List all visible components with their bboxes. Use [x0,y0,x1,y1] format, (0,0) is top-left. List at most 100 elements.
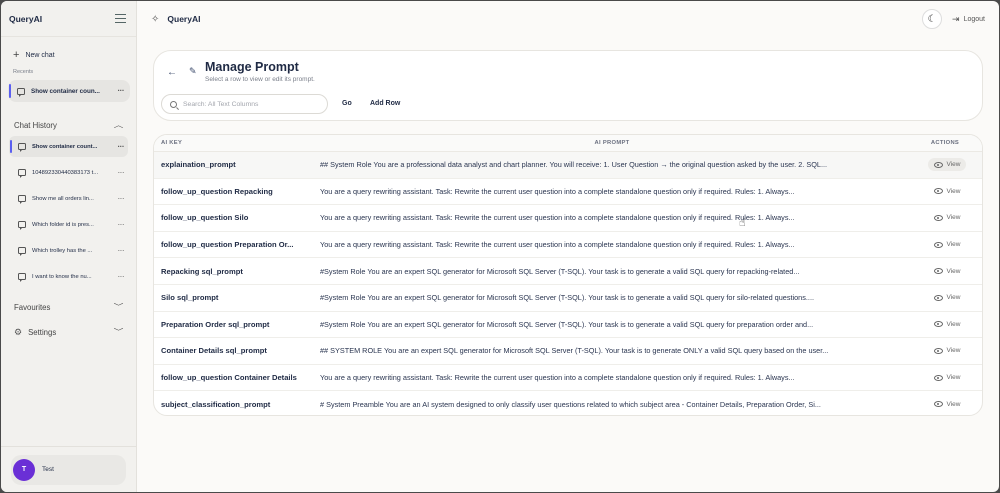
actions-cell: View [912,318,982,331]
table-row[interactable]: Silo sql_prompt #System Role You are an e… [154,285,982,312]
table-row[interactable]: follow_up_question Container Details You … [154,365,982,392]
mouse-cursor-icon: ☝ [739,217,746,229]
eye-icon [933,268,943,275]
logout-button[interactable]: ⇥ Logout [952,14,985,25]
view-button[interactable]: View [928,344,967,357]
table-row[interactable]: Preparation Order sql_prompt #System Role… [154,312,982,339]
chat-history-label: Chat History [14,120,57,130]
prompts-table: AI KEY AI PROMPT ACTIONS explaination_pr… [153,134,983,416]
sidebar: QueryAI + New chat Recents Show containe… [1,1,137,492]
ai-prompt-cell: ## SYSTEM ROLE You are an expert SQL gen… [320,346,829,356]
ai-key-cell: Container Details sql_prompt [161,346,267,356]
logout-icon: ⇥ [952,13,960,24]
view-button[interactable]: View [927,158,967,172]
actions-cell: View [912,158,982,172]
favourites-label: Favourites [14,302,51,312]
more-options-icon[interactable]: ··· [118,87,125,95]
actions-cell: View [912,398,982,411]
table-body: explaination_prompt ## System Role You ar… [154,152,982,415]
ai-prompt-cell: #System Role You are an expert SQL gener… [320,319,814,329]
app-window: QueryAI + New chat Recents Show containe… [1,1,999,492]
chat-history-toggle[interactable]: Chat History ︿ [1,118,136,132]
more-options-icon[interactable]: ··· [118,142,125,150]
recent-chat-item[interactable]: Show container coun... ··· [8,80,130,102]
more-options-icon[interactable]: ··· [118,272,125,280]
ai-key-cell: Silo sql_prompt [161,293,219,303]
view-label: View [946,400,961,408]
ai-key-cell: follow_up_question Container Details [161,373,297,383]
top-bar: ✧ QueryAI ☾ ⇥ Logout [137,1,999,37]
eye-icon [933,374,943,381]
view-button[interactable]: View [928,211,967,224]
ai-key-cell: subject_classification_prompt [161,399,271,409]
brand-logo: QueryAI [9,13,43,24]
ai-prompt-cell: ## System Role You are a professional da… [320,160,828,170]
history-item-label: Show container count... [32,143,98,150]
view-label: View [946,267,961,275]
view-label: View [946,161,961,169]
history-item-label: 104892330440383173 t... [32,169,99,176]
table-row[interactable]: follow_up_question Preparation Or... You … [154,232,982,259]
table-header: AI KEY AI PROMPT ACTIONS [154,135,982,152]
top-bar-actions: ☾ ⇥ Logout [922,9,985,29]
history-item[interactable]: Show me all orders lin... ··· [9,188,128,209]
recents-label: Recents [13,69,34,75]
view-button[interactable]: View [928,291,967,304]
history-item[interactable]: Which trolley has the ... ··· [9,240,128,261]
new-chat-label: New chat [25,51,55,59]
ai-prompt-cell: #System Role You are an expert SQL gener… [320,266,800,276]
view-label: View [946,241,961,249]
table-row[interactable]: follow_up_question Repacking You are a qu… [154,179,982,206]
eye-icon [933,161,943,168]
view-label: View [946,374,961,382]
search-box[interactable] [161,94,328,114]
ai-prompt-cell: #System Role You are an expert SQL gener… [320,293,814,303]
column-header-actions: ACTIONS [930,140,960,146]
history-item[interactable]: Show container count... ··· [9,136,128,157]
user-profile-button[interactable]: T Test [11,454,126,485]
back-arrow-icon[interactable]: ← [167,67,177,78]
view-button[interactable]: View [928,265,967,278]
favourites-toggle[interactable]: Favourites ﹀ [1,300,136,314]
new-chat-button[interactable]: + New chat [1,47,136,63]
chat-bubble-icon [17,87,25,97]
more-options-icon[interactable]: ··· [118,246,125,254]
table-row[interactable]: explaination_prompt ## System Role You ar… [154,152,982,179]
view-button[interactable]: View [928,398,967,411]
user-footer: T Test [1,446,136,492]
more-options-icon[interactable]: ··· [118,194,125,202]
actions-cell: View [912,265,982,278]
view-button[interactable]: View [928,185,967,198]
view-button[interactable]: View [928,371,967,384]
view-label: View [946,347,961,355]
hamburger-menu-icon[interactable] [115,14,126,23]
go-button[interactable]: Go [342,100,352,107]
view-label: View [946,214,961,222]
view-button[interactable]: View [928,238,967,251]
table-row[interactable]: Repacking sql_prompt #System Role You are… [154,258,982,285]
eye-icon [933,294,943,301]
page-title: Manage Prompt [205,60,299,74]
table-row[interactable]: subject_classification_prompt # System Pr… [154,391,982,415]
ai-key-cell: follow_up_question Silo [161,213,249,223]
search-icon [170,100,177,108]
history-item[interactable]: I want to know the nu... ··· [9,266,128,287]
history-item[interactable]: Which folder id is pres... ··· [9,214,128,235]
settings-toggle[interactable]: ⚙ Settings ﹀ [1,325,136,339]
recent-chat-label: Show container coun... [31,87,100,95]
ai-prompt-cell: You are a query rewriting assistant. Tas… [320,373,795,383]
view-label: View [946,294,961,302]
column-header-ai-prompt: AI PROMPT [594,140,630,146]
history-item[interactable]: 104892330440383173 t... ··· [9,162,128,183]
view-button[interactable]: View [928,318,967,331]
table-row[interactable]: follow_up_question Silo You are a query r… [154,205,982,232]
view-label: View [946,320,961,328]
history-item-label: Which folder id is pres... [32,221,94,228]
search-input[interactable] [183,100,313,108]
theme-toggle-moon-icon[interactable]: ☾ [922,9,943,29]
table-row[interactable]: Container Details sql_prompt ## SYSTEM RO… [154,338,982,365]
more-options-icon[interactable]: ··· [118,220,125,228]
actions-cell: View [912,185,982,198]
more-options-icon[interactable]: ··· [118,168,125,176]
add-row-button[interactable]: Add Row [370,100,400,107]
